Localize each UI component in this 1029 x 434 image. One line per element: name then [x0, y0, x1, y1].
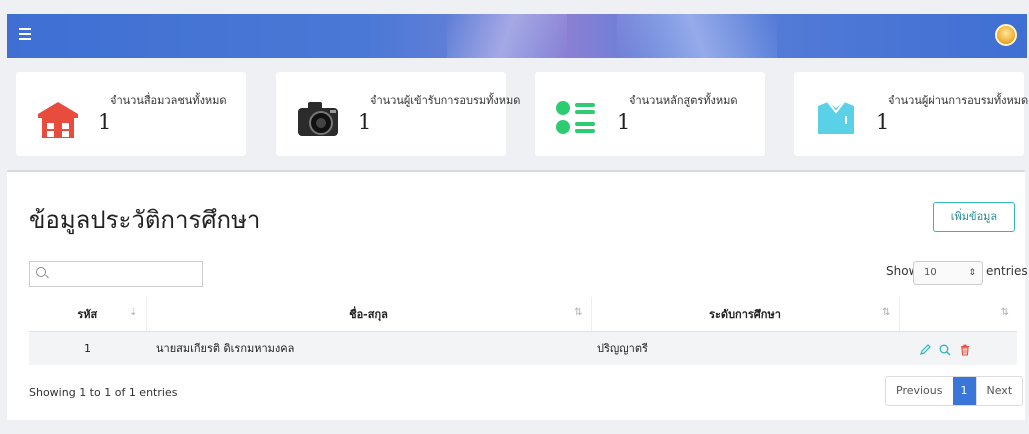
column-header-actions[interactable]: ⇅ — [899, 297, 1017, 332]
cell-id: 1 — [29, 331, 146, 365]
sort-icon[interactable]: ⇅ — [574, 307, 582, 318]
next-page-button[interactable]: Next — [975, 377, 1023, 405]
column-header-label: ระดับการศึกษา — [709, 307, 781, 321]
shirt-icon — [818, 101, 854, 134]
stat-label: จำนวนหลักสูตรทั้งหมด — [629, 94, 738, 107]
column-header-level[interactable]: ระดับการศึกษา ⇅ — [591, 297, 900, 332]
stat-label: จำนวนผู้เข้ารับการอบรมทั้งหมด — [370, 94, 521, 107]
education-history-panel: ข้อมูลประวัติการศึกษา เพิ่มข้อมูล Show 1… — [7, 170, 1028, 420]
table-info: Showing 1 to 1 of 1 entries — [29, 386, 178, 399]
page-length-value: 10 — [924, 267, 937, 278]
education-table: รหัส ⇣ ชื่อ-สกุล ⇅ ระดับการศึกษา ⇅ ⇅ 1 น… — [29, 297, 1017, 365]
stat-value: 1 — [358, 110, 372, 134]
sort-icon[interactable]: ⇅ — [1001, 307, 1009, 318]
user-avatar-icon[interactable] — [995, 24, 1017, 46]
sort-icon[interactable]: ⇅ — [882, 307, 890, 318]
table-row: 1 นายสมเกียรติ ดิเรกมหามงคล ปริญญาตรี — [29, 331, 1017, 365]
column-header-label: ชื่อ-สกุล — [349, 307, 388, 321]
view-search-icon[interactable] — [939, 344, 951, 356]
watermark-stripe — [617, 14, 777, 58]
page-length-select[interactable]: 10 ⇕ — [913, 261, 983, 285]
entries-label: entries — [986, 264, 1028, 278]
stat-value: 1 — [876, 110, 890, 134]
stat-value: 1 — [98, 110, 112, 134]
sort-asc-icon[interactable]: ⇣ — [129, 307, 137, 318]
top-navbar — [7, 14, 1027, 58]
stat-card-media: จำนวนสื่อมวลชนทั้งหมด 1 — [16, 72, 246, 156]
edit-pencil-icon[interactable] — [919, 343, 931, 356]
watermark-stripe — [447, 14, 567, 58]
column-header-name[interactable]: ชื่อ-สกุล ⇅ — [146, 297, 592, 332]
page-title: ข้อมูลประวัติการศึกษา — [29, 206, 261, 234]
column-header-label: รหัส — [77, 307, 98, 321]
cell-level: ปริญญาตรี — [591, 331, 899, 365]
search-icon — [36, 267, 46, 277]
previous-page-button[interactable]: Previous — [886, 377, 953, 405]
search-input[interactable] — [29, 261, 203, 287]
stat-label: จำนวนผู้ผ่านการอบรมทั้งหมด — [888, 94, 1029, 107]
stat-card-graduates: จำนวนผู้ผ่านการอบรมทั้งหมด 1 — [794, 72, 1028, 156]
cell-actions — [899, 331, 1017, 365]
pagination: Previous 1 Next — [885, 376, 1024, 406]
camera-icon — [298, 102, 338, 136]
delete-trash-icon[interactable] — [959, 344, 971, 356]
cell-name: นายสมเกียรติ ดิเรกมหามงคล — [146, 331, 591, 365]
add-data-button[interactable]: เพิ่มข้อมูล — [933, 202, 1015, 232]
warehouse-icon — [38, 102, 78, 138]
stat-label: จำนวนสื่อมวลชนทั้งหมด — [110, 94, 227, 107]
list-icon — [556, 101, 595, 134]
table-header-row: รหัส ⇣ ชื่อ-สกุล ⇅ ระดับการศึกษา ⇅ ⇅ — [29, 297, 1017, 332]
column-header-id[interactable]: รหัส ⇣ — [29, 297, 147, 332]
stat-value: 1 — [617, 110, 631, 134]
stat-card-trainees: จำนวนผู้เข้ารับการอบรมทั้งหมด 1 — [276, 72, 520, 156]
hamburger-icon[interactable] — [19, 28, 31, 40]
page-1-button[interactable]: 1 — [952, 377, 976, 405]
stat-card-courses: จำนวนหลักสูตรทั้งหมด 1 — [535, 72, 765, 156]
select-arrows-icon: ⇕ — [968, 268, 976, 278]
